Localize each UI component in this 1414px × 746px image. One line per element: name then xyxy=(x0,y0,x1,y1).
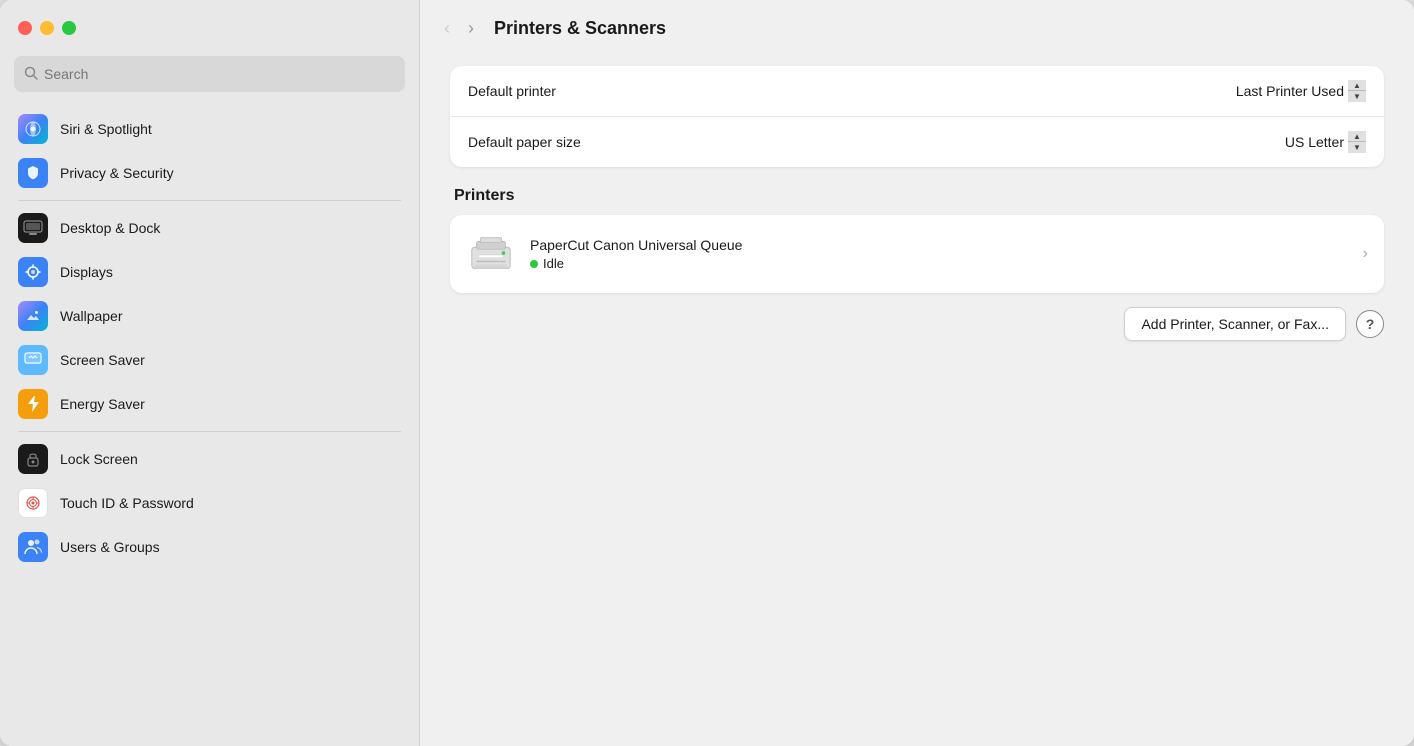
search-bar[interactable] xyxy=(14,56,405,92)
default-printer-value-group: Last Printer Used ▲ ▼ xyxy=(1236,80,1366,102)
help-button[interactable]: ? xyxy=(1356,310,1384,338)
sidebar-item-displays[interactable]: Displays xyxy=(8,251,411,293)
energy-saver-label: Energy Saver xyxy=(60,396,145,412)
printer-status: Idle xyxy=(530,256,1349,271)
main-content: ‹ › Printers & Scanners Default printer … xyxy=(420,0,1414,746)
default-paper-size-stepper[interactable]: ▲ ▼ xyxy=(1348,131,1366,153)
sidebar-divider-2 xyxy=(18,431,401,432)
printers-section-title: Printers xyxy=(454,187,1384,205)
siri-spotlight-icon xyxy=(18,114,48,144)
minimize-button[interactable] xyxy=(40,21,54,35)
sidebar: Siri & Spotlight Privacy & Security xyxy=(0,0,420,746)
paper-stepper-up-arrow[interactable]: ▲ xyxy=(1348,131,1366,142)
printers-panel: PaperCut Canon Universal Queue Idle › xyxy=(450,215,1384,293)
add-printer-button[interactable]: Add Printer, Scanner, or Fax... xyxy=(1124,307,1346,341)
wallpaper-icon xyxy=(18,301,48,331)
forward-button[interactable]: › xyxy=(464,16,478,41)
sidebar-item-privacy-security[interactable]: Privacy & Security xyxy=(8,152,411,194)
desktop-dock-label: Desktop & Dock xyxy=(60,220,160,236)
settings-panel: Default printer Last Printer Used ▲ ▼ De… xyxy=(450,66,1384,167)
search-icon xyxy=(24,66,38,83)
default-paper-size-row: Default paper size US Letter ▲ ▼ xyxy=(450,117,1384,167)
search-input[interactable] xyxy=(44,66,395,82)
privacy-security-label: Privacy & Security xyxy=(60,165,174,181)
sidebar-item-siri-spotlight[interactable]: Siri & Spotlight xyxy=(8,108,411,150)
touch-id-icon xyxy=(18,488,48,518)
default-printer-stepper[interactable]: ▲ ▼ xyxy=(1348,80,1366,102)
default-printer-row: Default printer Last Printer Used ▲ ▼ xyxy=(450,66,1384,117)
sidebar-item-energy-saver[interactable]: Energy Saver xyxy=(8,383,411,425)
users-groups-label: Users & Groups xyxy=(60,539,160,555)
screen-saver-icon xyxy=(18,345,48,375)
default-paper-size-value-group: US Letter ▲ ▼ xyxy=(1285,131,1366,153)
siri-spotlight-label: Siri & Spotlight xyxy=(60,121,152,137)
printer-info: PaperCut Canon Universal Queue Idle xyxy=(530,237,1349,271)
close-button[interactable] xyxy=(18,21,32,35)
touch-id-label: Touch ID & Password xyxy=(60,495,194,511)
bottom-actions: Add Printer, Scanner, or Fax... ? xyxy=(450,307,1384,341)
stepper-up-arrow[interactable]: ▲ xyxy=(1348,80,1366,91)
displays-icon xyxy=(18,257,48,287)
printer-row[interactable]: PaperCut Canon Universal Queue Idle › xyxy=(450,215,1384,293)
paper-stepper-down-arrow[interactable]: ▼ xyxy=(1348,142,1366,153)
printer-name: PaperCut Canon Universal Queue xyxy=(530,237,1349,253)
default-printer-label: Default printer xyxy=(468,83,556,99)
printer-status-text: Idle xyxy=(543,256,564,271)
displays-label: Displays xyxy=(60,264,113,280)
sidebar-item-touch-id[interactable]: Touch ID & Password xyxy=(8,482,411,524)
maximize-button[interactable] xyxy=(62,21,76,35)
lock-screen-icon xyxy=(18,444,48,474)
titlebar xyxy=(0,0,419,56)
sidebar-item-desktop-dock[interactable]: Desktop & Dock xyxy=(8,207,411,249)
system-preferences-window: Siri & Spotlight Privacy & Security xyxy=(0,0,1414,746)
energy-saver-icon xyxy=(18,389,48,419)
sidebar-divider-1 xyxy=(18,200,401,201)
main-header: ‹ › Printers & Scanners xyxy=(420,0,1414,56)
page-title: Printers & Scanners xyxy=(494,18,666,39)
printer-chevron-icon: › xyxy=(1363,245,1368,263)
sidebar-list: Siri & Spotlight Privacy & Security xyxy=(0,108,419,746)
stepper-down-arrow[interactable]: ▼ xyxy=(1348,91,1366,102)
status-dot xyxy=(530,260,538,268)
desktop-dock-icon xyxy=(18,213,48,243)
default-paper-size-label: Default paper size xyxy=(468,134,581,150)
sidebar-item-screen-saver[interactable]: Screen Saver xyxy=(8,339,411,381)
wallpaper-label: Wallpaper xyxy=(60,308,123,324)
default-printer-value: Last Printer Used xyxy=(1236,83,1344,99)
lock-screen-label: Lock Screen xyxy=(60,451,138,467)
screen-saver-label: Screen Saver xyxy=(60,352,145,368)
printer-icon xyxy=(466,229,516,279)
sidebar-item-users-groups[interactable]: Users & Groups xyxy=(8,526,411,568)
sidebar-item-lock-screen[interactable]: Lock Screen xyxy=(8,438,411,480)
main-body: Default printer Last Printer Used ▲ ▼ De… xyxy=(420,56,1414,746)
users-groups-icon xyxy=(18,532,48,562)
default-paper-size-value: US Letter xyxy=(1285,134,1344,150)
sidebar-item-wallpaper[interactable]: Wallpaper xyxy=(8,295,411,337)
privacy-security-icon xyxy=(18,158,48,188)
back-button[interactable]: ‹ xyxy=(440,16,454,41)
